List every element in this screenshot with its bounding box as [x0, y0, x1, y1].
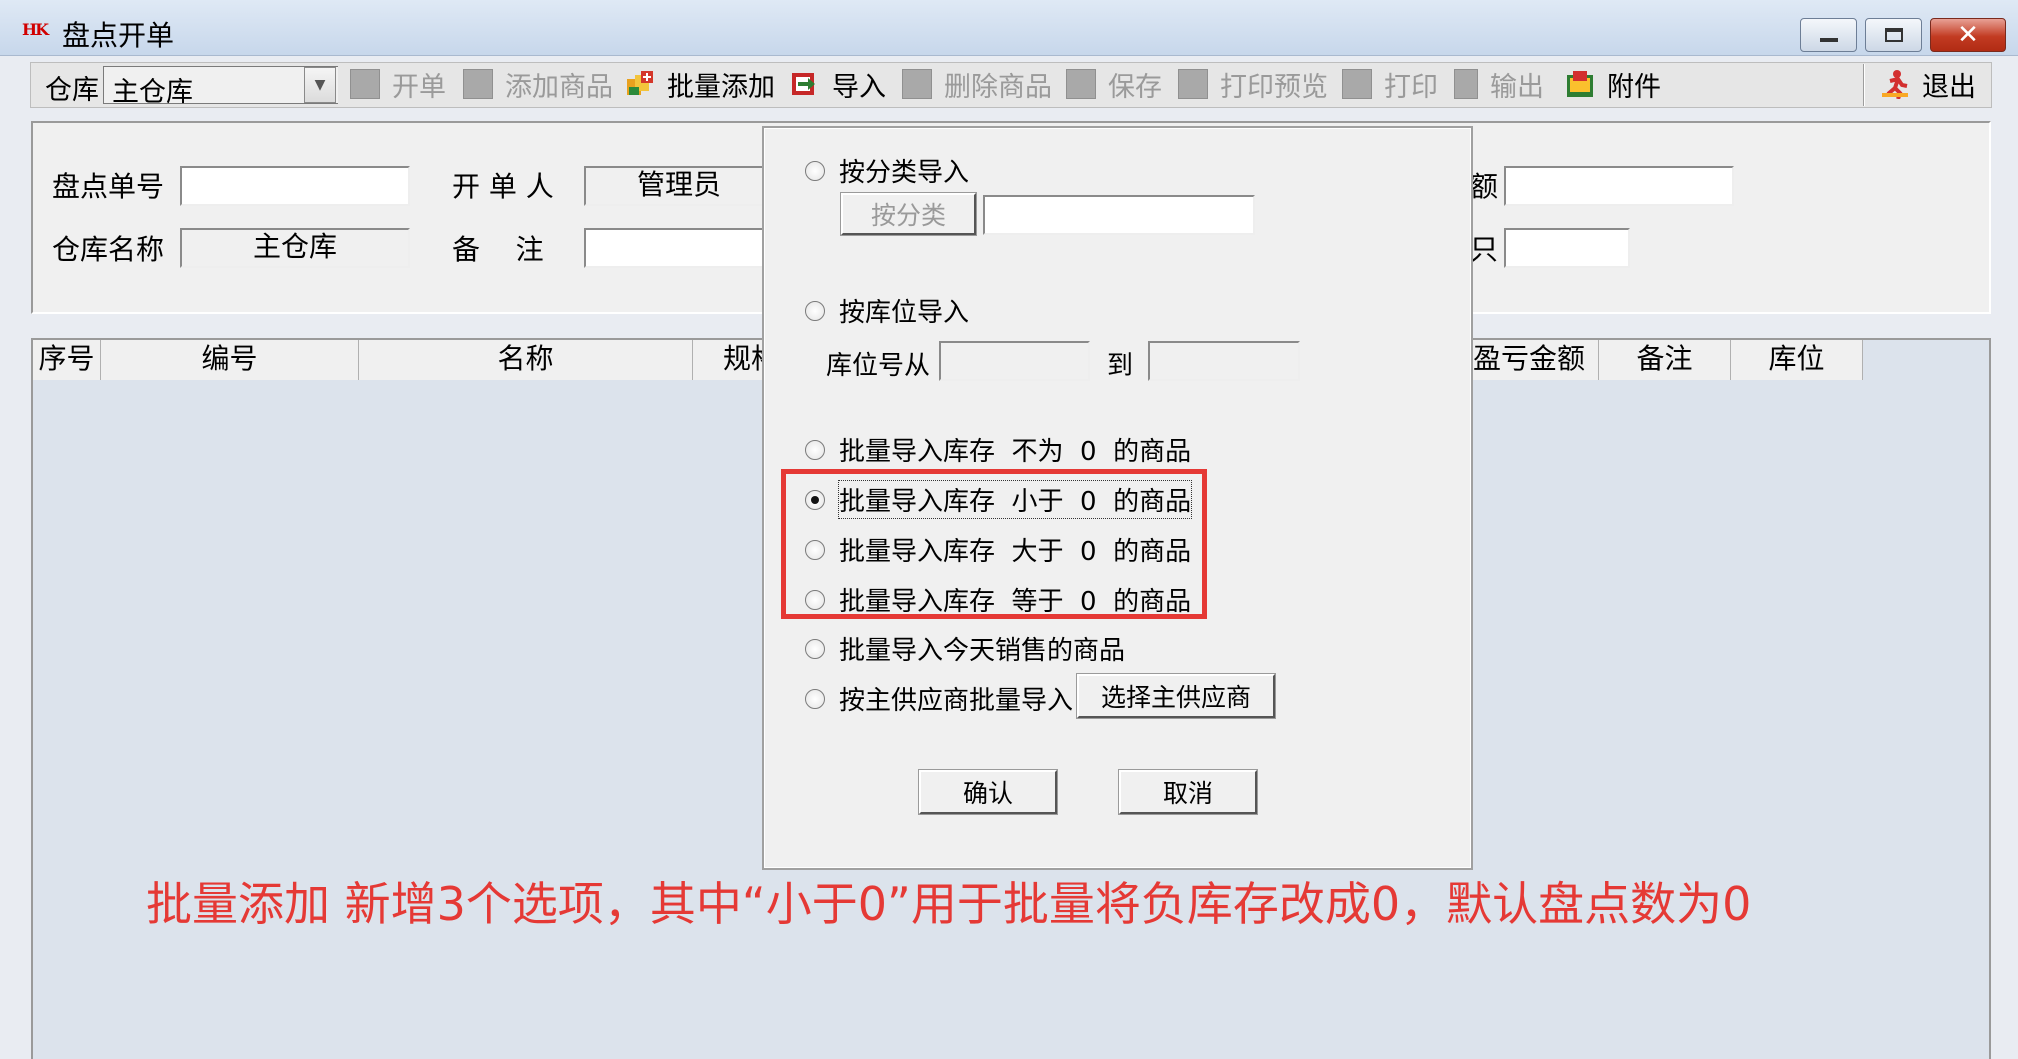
import-icon [792, 73, 815, 95]
minimize-button[interactable] [1800, 18, 1857, 52]
print-icon [1342, 69, 1372, 99]
by-category-button[interactable]: 按分类 [840, 192, 977, 236]
delete-product-button[interactable]: 删除商品 [902, 64, 1052, 104]
radio-by-location[interactable] [805, 300, 825, 321]
cancel-button[interactable]: 取消 [1118, 769, 1258, 815]
column-header-index[interactable]: 序号 [33, 340, 101, 380]
extra-label: 只 [1470, 233, 1499, 266]
close-icon: ✕ [1957, 20, 1979, 50]
warehouse-select[interactable]: 主仓库 [103, 66, 338, 108]
attachment-icon [1567, 71, 1593, 97]
print-preview-icon [1178, 69, 1208, 99]
new-order-icon [350, 69, 380, 99]
confirm-button[interactable]: 确认 [918, 769, 1058, 815]
maximize-button[interactable] [1865, 18, 1922, 52]
batch-add-icon [627, 71, 653, 95]
exit-button[interactable]: 退出 [1880, 64, 1976, 104]
option-by-category-label: 按分类导入 [839, 158, 970, 188]
radio-stock-not-zero[interactable] [805, 439, 825, 460]
delete-product-icon [902, 69, 932, 99]
select-supplier-button[interactable]: 选择主供应商 [1076, 673, 1276, 719]
amount-label: 额 [1470, 170, 1499, 203]
close-button[interactable]: ✕ [1930, 18, 2006, 52]
delete-product-label: 删除商品 [944, 71, 1052, 103]
attachment-button[interactable]: 附件 [1565, 64, 1661, 104]
option-by-location-label: 按库位导入 [839, 298, 970, 328]
option-by-location[interactable]: 按库位导入 [805, 292, 969, 329]
batch-add-button[interactable]: 批量添加 [625, 64, 775, 104]
print-label: 打印 [1384, 71, 1438, 103]
chevron-down-icon[interactable]: ▼ [304, 67, 336, 103]
warehouse-select-value: 主仓库 [112, 77, 193, 108]
column-header-location[interactable]: 库位 [1731, 340, 1863, 380]
column-header-code[interactable]: 编号 [101, 340, 359, 380]
save-icon [1066, 69, 1096, 99]
radio-by-supplier[interactable] [805, 688, 825, 709]
column-header-remark[interactable]: 备注 [1599, 340, 1731, 380]
save-button[interactable]: 保存 [1066, 64, 1162, 104]
new-order-button[interactable]: 开单 [350, 64, 446, 104]
option-stock-not-zero-label: 批量导入库存 不为 0 的商品 [839, 437, 1192, 467]
option-today-sales[interactable]: 批量导入今天销售的商品 [805, 630, 1125, 667]
warehouse-name-field[interactable]: 主仓库 [180, 228, 410, 268]
batch-add-label: 批量添加 [667, 71, 775, 103]
warehouse-label: 仓库 [45, 75, 99, 106]
option-by-category[interactable]: 按分类导入 [805, 152, 969, 189]
import-label: 导入 [832, 71, 886, 103]
window-title: 盘点开单 [62, 19, 175, 52]
export-icon [1454, 69, 1478, 99]
order-no-label: 盘点单号 [52, 170, 165, 203]
print-preview-button[interactable]: 打印预览 [1178, 64, 1328, 104]
print-button[interactable]: 打印 [1342, 64, 1438, 104]
creator-field[interactable]: 管理员 [584, 166, 774, 206]
new-order-label: 开单 [392, 71, 446, 103]
maximize-icon [1884, 28, 1903, 42]
order-no-field[interactable] [180, 166, 410, 206]
app-logo: HK [22, 20, 49, 39]
export-label: 输出 [1490, 71, 1544, 103]
option-by-supplier[interactable]: 按主供应商批量导入 [805, 680, 1073, 717]
warehouse-name-label: 仓库名称 [52, 233, 165, 266]
add-product-icon [463, 69, 493, 99]
remark-label: 备 注 [452, 233, 544, 266]
annotation-text: 批量添加 新增3个选项，其中“小于0”用于批量将负库存改成0，默认盘点数为0 [146, 877, 1752, 931]
export-button[interactable]: 输出 [1454, 64, 1544, 104]
attachment-label: 附件 [1607, 71, 1661, 103]
minimize-icon [1819, 38, 1838, 42]
location-to-field[interactable] [1148, 341, 1300, 381]
category-field[interactable] [983, 195, 1255, 235]
column-header-profit-loss[interactable]: 盈亏金额 [1473, 340, 1599, 380]
import-button[interactable]: 导入 [790, 64, 886, 104]
location-to-label: 到 [1107, 351, 1134, 381]
extra-field[interactable] [1504, 228, 1630, 268]
save-label: 保存 [1108, 71, 1162, 103]
remark-field[interactable] [584, 228, 774, 268]
column-header-name[interactable]: 名称 [359, 340, 693, 380]
exit-label: 退出 [1922, 71, 1976, 103]
add-product-label: 添加商品 [505, 71, 613, 103]
toolbar-separator [1863, 64, 1865, 106]
add-product-button[interactable]: 添加商品 [463, 64, 613, 104]
creator-label: 开 单 人 [452, 170, 554, 203]
option-today-sales-label: 批量导入今天销售的商品 [839, 636, 1126, 666]
option-stock-not-zero[interactable]: 批量导入库存 不为 0 的商品 [805, 431, 1191, 468]
location-from-field[interactable] [939, 341, 1090, 381]
print-preview-label: 打印预览 [1220, 71, 1328, 103]
amount-field[interactable] [1504, 166, 1734, 206]
option-by-supplier-label: 按主供应商批量导入 [839, 686, 1074, 716]
radio-today-sales[interactable] [805, 638, 825, 659]
exit-icon [1882, 70, 1908, 99]
title-bar [0, 0, 2018, 56]
radio-by-category[interactable] [805, 160, 825, 181]
highlight-box [781, 469, 1207, 619]
location-from-label: 库位号从 [826, 351, 931, 381]
